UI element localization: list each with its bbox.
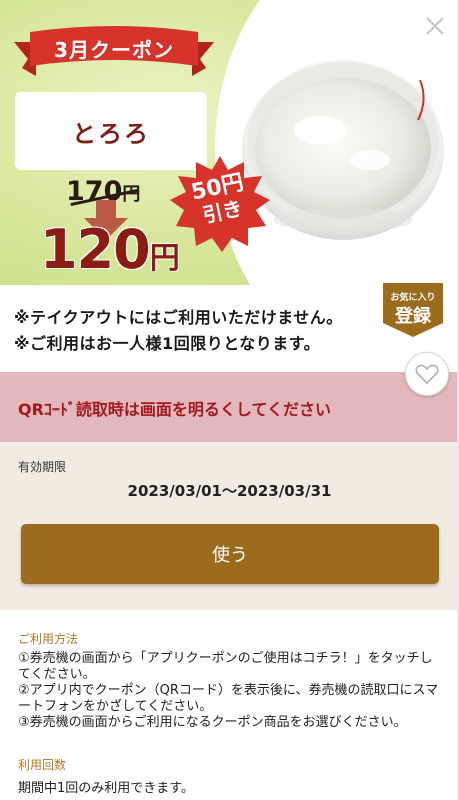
usage-count-text: 期間中1回のみ利用できます。 — [18, 781, 194, 796]
howto-step: ②アプリ内でクーポン（QRコード）を表示後に、券売機の読取口にスマートフォンをか… — [18, 683, 439, 714]
howto-step: ①券売機の画面から「アプリクーポンのご使用はコチラ！」をタッチしてください。 — [18, 651, 433, 682]
coupon-ribbon-title: 3月クーポン — [54, 38, 174, 62]
close-icon[interactable] — [423, 14, 447, 38]
note-takeout: ※テイクアウトにはご利用いただけません。 — [14, 308, 343, 327]
heart-icon — [415, 364, 439, 385]
coupon-notes: ※テイクアウトにはご利用いただけません。 ※ご利用はお一人様1回限りとなります。 — [14, 305, 394, 357]
howto-label: ご利用方法 — [18, 632, 79, 646]
new-price: 120円 — [40, 218, 180, 281]
howto-step: ③券売機の画面からご利用になるクーポン商品をお選びください。 — [18, 715, 407, 730]
note-limit: ※ご利用はお一人様1回限りとなります。 — [14, 334, 321, 353]
usage-count-label: 利用回数 — [18, 758, 67, 772]
qr-brightness-text: QRｺｰﾄﾞ読取時は画面を明るくしてください — [18, 400, 331, 419]
coupon-detail-screen: 3月クーポン とろろ 170円 120円 50円 引き ※テイクアウトにはご利用… — [0, 0, 459, 800]
favorite-heart-button[interactable] — [405, 352, 449, 396]
product-name: とろろ — [72, 119, 150, 148]
favorite-badge-label[interactable]: 登録 — [383, 302, 443, 328]
validity-label: 有効期限 — [18, 460, 67, 474]
howto-steps: ①券売機の画面から「アプリクーポンのご使用はコチラ！」をタッチしてください。 ②… — [18, 651, 443, 731]
use-coupon-button[interactable]: 使う — [21, 524, 439, 584]
validity-dates: 2023/03/01〜2023/03/31 — [127, 482, 332, 500]
new-price-number: 120 — [40, 218, 151, 281]
